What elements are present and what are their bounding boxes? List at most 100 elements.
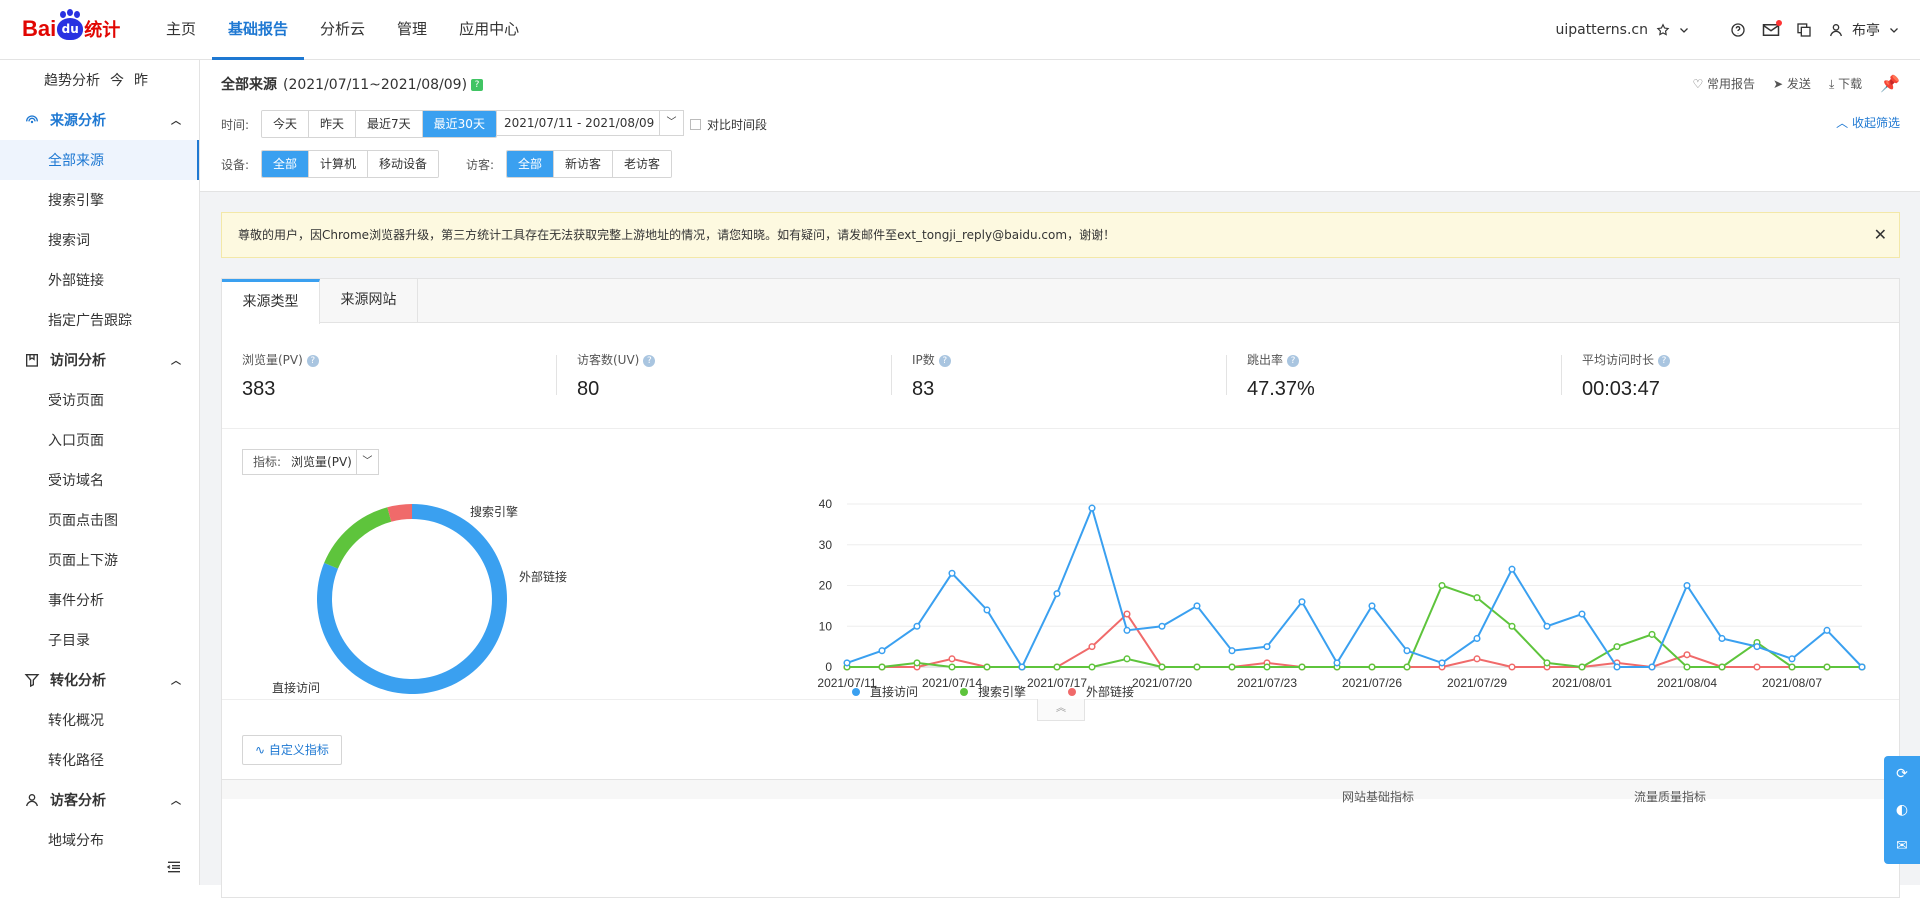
legend-item-search[interactable]: 搜索引擎 [960, 683, 1026, 700]
chevron-up-icon[interactable]: ︿ [171, 352, 181, 367]
nav-basic-report[interactable]: 基础报告 [212, 0, 305, 60]
indicator-label: 指标: [253, 455, 282, 469]
data-point [948, 655, 956, 663]
help-icon[interactable]: ? [1658, 354, 1671, 367]
sidebar-item-all-sources[interactable]: 全部来源 [0, 140, 199, 180]
sidebar-item-page-flow[interactable]: 页面上下游 [0, 540, 199, 580]
sidebar-item-external-links[interactable]: 外部链接 [0, 260, 199, 300]
date-range-picker[interactable]: 2021/07/11 - 2021/08/09 ﹀ [496, 110, 684, 136]
data-point [1508, 663, 1516, 671]
pin-icon[interactable]: 📌 [1880, 74, 1900, 93]
chevron-up-icon[interactable]: ︿ [171, 672, 181, 687]
user-menu[interactable]: 布亭 [1828, 20, 1900, 40]
sidebar-item-region[interactable]: 地域分布 [0, 820, 199, 860]
sidebar-item-domains[interactable]: 受访域名 [0, 460, 199, 500]
sidebar-group-conversion[interactable]: 转化分析 ︿ [0, 660, 199, 700]
collapse-filter-button[interactable]: ︿ 收起筛选 [1836, 114, 1900, 131]
help-icon[interactable]: ? [471, 79, 484, 91]
help-icon[interactable]: ? [938, 354, 951, 367]
tab-source-site[interactable]: 来源网站 [320, 279, 418, 322]
sidebar-item-visited-pages[interactable]: 受访页面 [0, 380, 199, 420]
fold-chart-button[interactable]: ︽ [1037, 699, 1085, 721]
copy-icon[interactable] [1796, 22, 1812, 38]
chevron-down-icon[interactable] [1678, 24, 1690, 36]
mail-icon[interactable] [1762, 20, 1782, 38]
sidebar-group-label: 访客分析 [50, 793, 106, 809]
download-button[interactable]: ⤓ 下载 [1829, 75, 1862, 92]
device-mobile-button[interactable]: 移动设备 [368, 151, 439, 177]
data-point [1543, 622, 1551, 630]
star-icon[interactable] [1656, 23, 1670, 37]
signal-icon [24, 112, 40, 128]
metric-label: 平均访问时长 [1582, 353, 1655, 367]
compass-icon[interactable]: ◐ [1896, 802, 1908, 818]
custom-indicator-button[interactable]: ∿ 自定义指标 [242, 735, 342, 765]
favorite-report-button[interactable]: ♡ 常用报告 [1692, 75, 1755, 92]
nav-app-center[interactable]: 应用中心 [443, 0, 535, 60]
device-all-button[interactable]: 全部 [262, 151, 310, 177]
wechat-icon[interactable]: ✉ [1896, 838, 1908, 854]
sidebar-item-conversion-path[interactable]: 转化路径 [0, 740, 199, 780]
notice-text: 尊敬的用户，因Chrome浏览器升级，第三方统计工具存在无法获取完整上游地址的情… [238, 228, 1116, 242]
site-selector[interactable]: uipatterns.cn [1555, 22, 1690, 38]
chevron-up-icon[interactable]: ︿ [171, 792, 181, 807]
sidebar-item-conversion-overview[interactable]: 转化概况 [0, 700, 199, 740]
sidebar-item-entry-pages[interactable]: 入口页面 [0, 420, 199, 460]
time-today-button[interactable]: 今天 [262, 111, 310, 137]
date-range-value: 2021/07/11 - 2021/08/09 [504, 116, 655, 130]
chevron-up-icon[interactable]: ︿ [171, 112, 181, 127]
nav-analysis-cloud[interactable]: 分析云 [304, 0, 381, 60]
sidebar-item-search-words[interactable]: 搜索词 [0, 220, 199, 260]
compare-checkbox[interactable] [690, 119, 701, 130]
visitor-returning-button[interactable]: 老访客 [613, 151, 672, 177]
sidebar-item-search-engine[interactable]: 搜索引擎 [0, 180, 199, 220]
metric-uv: 访客数(UV)? 80 [557, 323, 892, 428]
sidebar-item-ad-tracking[interactable]: 指定广告跟踪 [0, 300, 199, 340]
help-icon[interactable]: ? [643, 354, 656, 367]
time-30days-button[interactable]: 最近30天 [422, 111, 496, 137]
user-icon [1828, 22, 1844, 38]
nav-home[interactable]: 主页 [150, 0, 212, 60]
metrics-row: 浏览量(PV)? 383 访客数(UV)? 80 IP数? 83 跳出率? 47… [222, 323, 1899, 429]
indicator-select[interactable]: 指标: 浏览量(PV) ﹀ [242, 449, 379, 475]
data-point [1648, 630, 1656, 638]
data-point [1438, 581, 1446, 590]
page-actions: ♡ 常用报告 ➤ 发送 ⤓ 下载 📌 [1692, 74, 1900, 93]
x-tick-label: 2021/08/04 [1657, 676, 1717, 690]
table-header: 网站基础指标 流量质量指标 [222, 779, 1899, 804]
legend-item-external[interactable]: 外部链接 [1068, 683, 1134, 700]
sidebar-item-click-map[interactable]: 页面点击图 [0, 500, 199, 540]
baidu-tongji-logo[interactable]: Bai du 统计 [22, 11, 120, 44]
help-icon[interactable] [1730, 22, 1746, 38]
help-icon[interactable]: ? [1287, 354, 1300, 367]
chevron-down-icon[interactable]: ﹀ [355, 450, 378, 474]
sidebar-group-visit[interactable]: 访问分析 ︿ [0, 340, 199, 380]
sidebar-group-visitors[interactable]: 访客分析 ︿ [0, 780, 199, 820]
device-pc-button[interactable]: 计算机 [309, 151, 369, 177]
table-header-basic: 网站基础指标 [1342, 790, 1415, 804]
visitor-all-button[interactable]: 全部 [507, 151, 555, 177]
sidebar-trend-yesterday[interactable]: 昨 [134, 70, 148, 90]
legend-label: 搜索引擎 [978, 685, 1027, 699]
data-point [1298, 598, 1306, 606]
sidebar-group-source[interactable]: 来源分析 ︿ [0, 100, 199, 140]
sidebar-trend-today[interactable]: 今 [110, 70, 124, 90]
sidebar-trend[interactable]: 趋势分析 今 昨 [0, 60, 199, 100]
time-yesterday-button[interactable]: 昨天 [309, 111, 357, 137]
close-icon[interactable]: ✕ [1874, 213, 1887, 257]
visitor-new-button[interactable]: 新访客 [554, 151, 614, 177]
chevron-down-icon[interactable]: ﹀ [659, 111, 683, 135]
tab-source-type[interactable]: 来源类型 [222, 279, 320, 324]
nav-manage[interactable]: 管理 [381, 0, 443, 60]
menu-collapse-icon[interactable] [166, 859, 182, 875]
sidebar-item-subdirectory[interactable]: 子目录 [0, 620, 199, 660]
time-7days-button[interactable]: 最近7天 [356, 111, 423, 137]
help-icon[interactable]: ? [306, 354, 319, 367]
refresh-icon[interactable]: ⟳ [1896, 766, 1908, 782]
data-point [1753, 663, 1761, 671]
compare-toggle[interactable]: 对比时间段 [690, 116, 767, 133]
data-point [1263, 643, 1271, 651]
sidebar-item-events[interactable]: 事件分析 [0, 580, 199, 620]
send-button[interactable]: ➤ 发送 [1773, 75, 1811, 92]
legend-item-direct[interactable]: 直接访问 [852, 683, 918, 700]
